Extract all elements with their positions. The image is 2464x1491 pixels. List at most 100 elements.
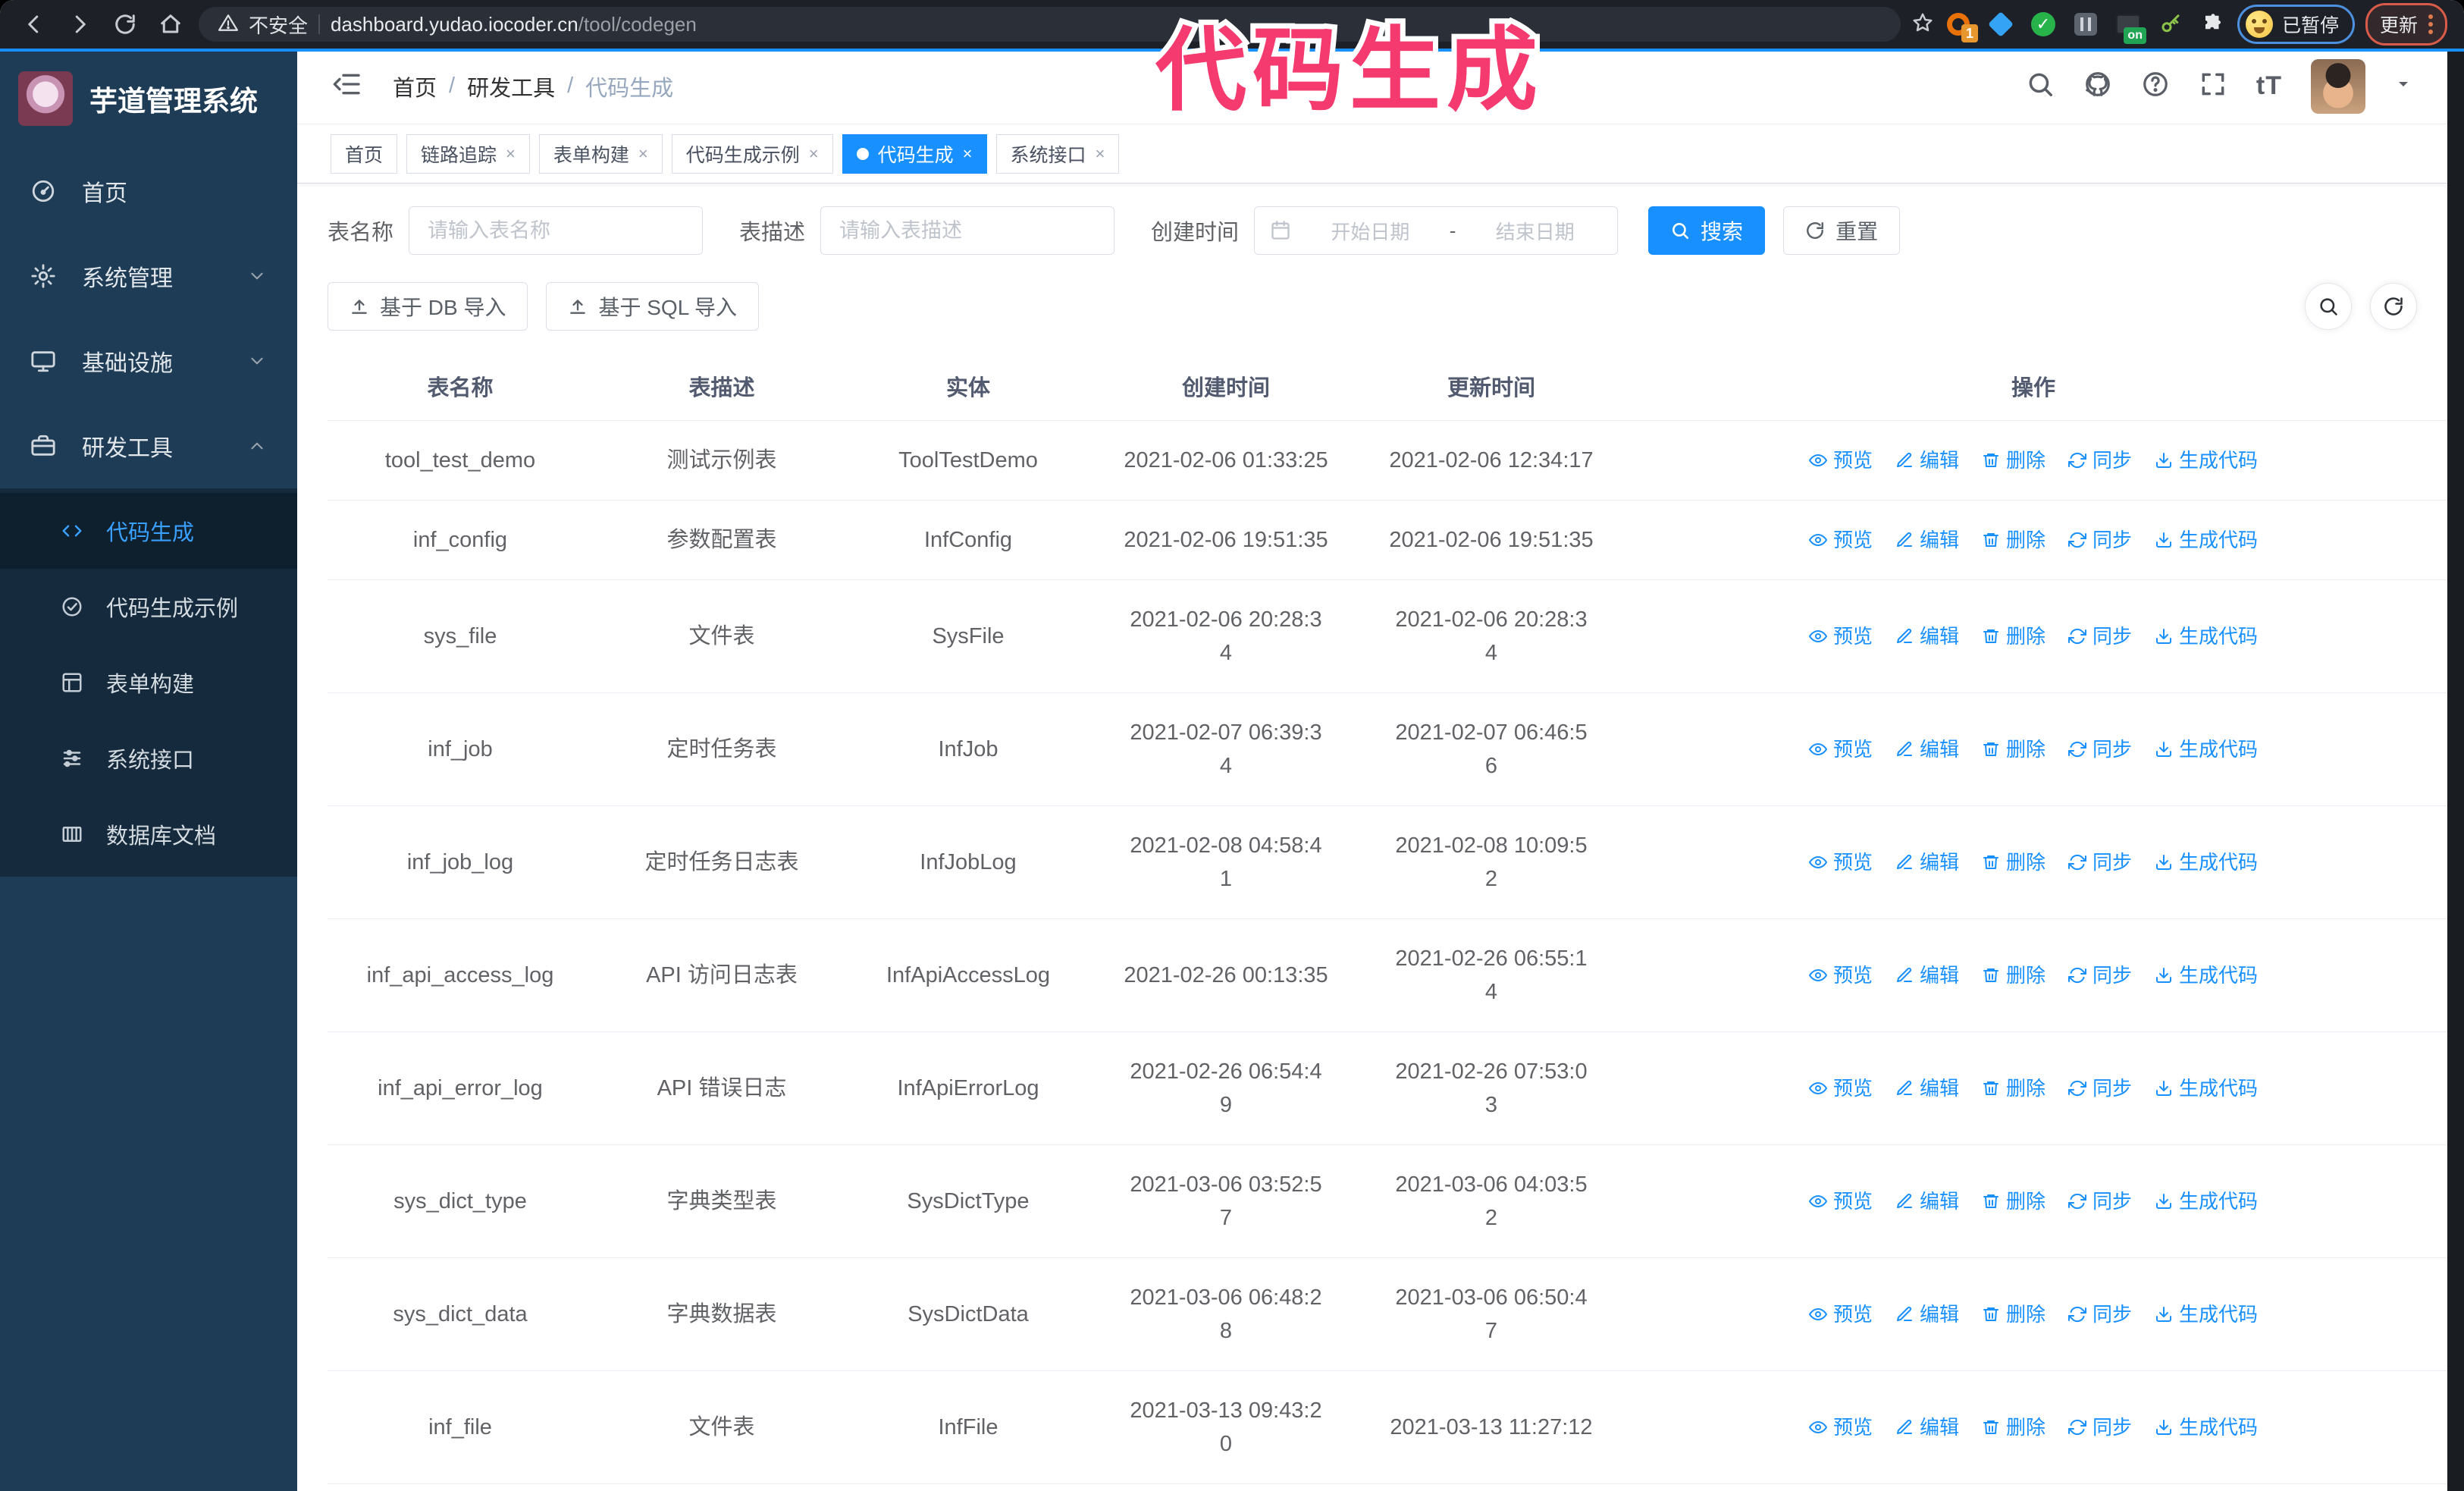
submenu-item-4[interactable]: 数据库文档 (0, 796, 297, 872)
table-desc-input[interactable] (820, 206, 1115, 255)
submenu-item-1[interactable]: 代码生成示例 (0, 569, 297, 645)
action-edit-link[interactable]: 编辑 (1895, 1072, 1959, 1105)
action-edit-link[interactable]: 编辑 (1895, 444, 1959, 477)
submenu-item-2[interactable]: 表单构建 (0, 645, 297, 720)
action-delete-link[interactable]: 删除 (1982, 733, 2045, 766)
sidebar-item-3[interactable]: 研发工具 (0, 403, 297, 488)
action-sync-link[interactable]: 同步 (2068, 1298, 2132, 1331)
action-eye-link[interactable]: 预览 (1808, 846, 1873, 879)
extensions-puzzle-icon[interactable] (2199, 11, 2227, 38)
close-icon[interactable]: × (638, 145, 648, 162)
reload-icon[interactable] (108, 7, 143, 42)
github-icon[interactable] (2083, 70, 2112, 102)
table-name-input[interactable] (409, 206, 704, 255)
extension-check-icon[interactable]: ✓ (2030, 11, 2057, 38)
action-download-link[interactable]: 生成代码 (2155, 444, 2258, 477)
tab-3[interactable]: 代码生成示例 × (671, 133, 833, 174)
browser-scrollbar[interactable] (2447, 49, 2464, 1491)
action-edit-link[interactable]: 编辑 (1895, 620, 1959, 653)
action-eye-link[interactable]: 预览 (1808, 444, 1873, 477)
search-icon[interactable] (2026, 70, 2055, 102)
toggle-search-button[interactable] (2305, 283, 2352, 330)
close-icon[interactable]: × (963, 145, 973, 162)
reset-button[interactable]: 重置 (1783, 206, 1901, 255)
action-delete-link[interactable]: 删除 (1982, 1185, 2045, 1218)
date-range-picker[interactable]: 开始日期 - 结束日期 (1254, 206, 1619, 255)
action-sync-link[interactable]: 同步 (2068, 959, 2132, 992)
submenu-item-3[interactable]: 系统接口 (0, 720, 297, 796)
action-download-link[interactable]: 生成代码 (2155, 959, 2258, 992)
action-eye-link[interactable]: 预览 (1808, 959, 1873, 992)
action-eye-link[interactable]: 预览 (1808, 733, 1873, 766)
action-eye-link[interactable]: 预览 (1808, 523, 1873, 557)
extension-sliders-icon[interactable] (2072, 11, 2099, 38)
action-edit-link[interactable]: 编辑 (1895, 846, 1959, 879)
tab-5[interactable]: 系统接口 × (995, 133, 1120, 174)
action-download-link[interactable]: 生成代码 (2155, 1411, 2258, 1444)
action-edit-link[interactable]: 编辑 (1895, 523, 1959, 557)
sidebar-item-0[interactable]: 首页 (0, 149, 297, 234)
action-sync-link[interactable]: 同步 (2068, 846, 2132, 879)
tab-0[interactable]: 首页 (331, 133, 398, 174)
browser-update-button[interactable]: 更新 (2365, 3, 2447, 46)
help-icon[interactable] (2141, 70, 2170, 102)
action-edit-link[interactable]: 编辑 (1895, 1185, 1959, 1218)
refresh-table-button[interactable] (2370, 283, 2417, 330)
action-sync-link[interactable]: 同步 (2068, 1411, 2132, 1444)
action-delete-link[interactable]: 删除 (1982, 1298, 2045, 1331)
action-download-link[interactable]: 生成代码 (2155, 733, 2258, 766)
import-sql-button[interactable]: 基于 SQL 导入 (546, 282, 760, 331)
user-avatar[interactable] (2311, 58, 2365, 114)
submenu-item-0[interactable]: 代码生成 (0, 493, 297, 569)
breadcrumb-item-1[interactable]: 研发工具 (467, 71, 555, 102)
action-eye-link[interactable]: 预览 (1808, 1411, 1873, 1444)
action-eye-link[interactable]: 预览 (1808, 620, 1873, 653)
forward-icon[interactable] (62, 7, 97, 42)
tab-1[interactable]: 链路追踪 × (406, 133, 530, 174)
action-eye-link[interactable]: 预览 (1808, 1185, 1873, 1218)
action-sync-link[interactable]: 同步 (2068, 620, 2132, 653)
action-eye-link[interactable]: 预览 (1808, 1072, 1873, 1105)
action-sync-link[interactable]: 同步 (2068, 1072, 2132, 1105)
extension-gem-icon[interactable] (1987, 11, 2014, 38)
sidebar-toggle-icon[interactable] (332, 69, 362, 103)
sidebar-item-2[interactable]: 基础设施 (0, 319, 297, 403)
action-delete-link[interactable]: 删除 (1982, 1411, 2045, 1444)
tab-2[interactable]: 表单构建 × (538, 133, 663, 174)
back-icon[interactable] (17, 7, 52, 42)
action-edit-link[interactable]: 编辑 (1895, 1411, 1959, 1444)
action-sync-link[interactable]: 同步 (2068, 444, 2132, 477)
action-delete-link[interactable]: 删除 (1982, 959, 2045, 992)
bookmark-star-icon[interactable] (1911, 11, 1934, 38)
close-icon[interactable]: × (506, 145, 516, 162)
browser-menu-icon[interactable] (2428, 14, 2433, 34)
action-delete-link[interactable]: 删除 (1982, 846, 2045, 879)
sidebar-item-1[interactable]: 系统管理 (0, 234, 297, 319)
logo[interactable]: 芋道管理系统 (0, 49, 297, 149)
breadcrumb-item-0[interactable]: 首页 (393, 71, 437, 102)
tab-4[interactable]: 代码生成 × (842, 133, 987, 174)
action-download-link[interactable]: 生成代码 (2155, 846, 2258, 879)
import-db-button[interactable]: 基于 DB 导入 (328, 282, 528, 331)
action-edit-link[interactable]: 编辑 (1895, 733, 1959, 766)
font-size-icon[interactable]: tT (2256, 71, 2282, 101)
action-sync-link[interactable]: 同步 (2068, 733, 2132, 766)
action-delete-link[interactable]: 删除 (1982, 1072, 2045, 1105)
extension-key-icon[interactable] (2157, 11, 2184, 38)
browser-profile-chip[interactable]: 已暂停 (2237, 5, 2355, 44)
action-sync-link[interactable]: 同步 (2068, 523, 2132, 557)
action-download-link[interactable]: 生成代码 (2155, 1298, 2258, 1331)
search-button[interactable]: 搜索 (1648, 206, 1766, 255)
action-delete-link[interactable]: 删除 (1982, 523, 2045, 557)
caret-down-icon[interactable] (2394, 75, 2412, 97)
action-download-link[interactable]: 生成代码 (2155, 523, 2258, 557)
close-icon[interactable]: × (809, 145, 819, 162)
home-icon[interactable] (153, 7, 188, 42)
action-delete-link[interactable]: 删除 (1982, 444, 2045, 477)
action-sync-link[interactable]: 同步 (2068, 1185, 2132, 1218)
close-icon[interactable]: × (1096, 145, 1105, 162)
action-eye-link[interactable]: 预览 (1808, 1298, 1873, 1331)
action-download-link[interactable]: 生成代码 (2155, 620, 2258, 653)
action-delete-link[interactable]: 删除 (1982, 620, 2045, 653)
extension-on-icon[interactable]: on (2114, 11, 2146, 44)
